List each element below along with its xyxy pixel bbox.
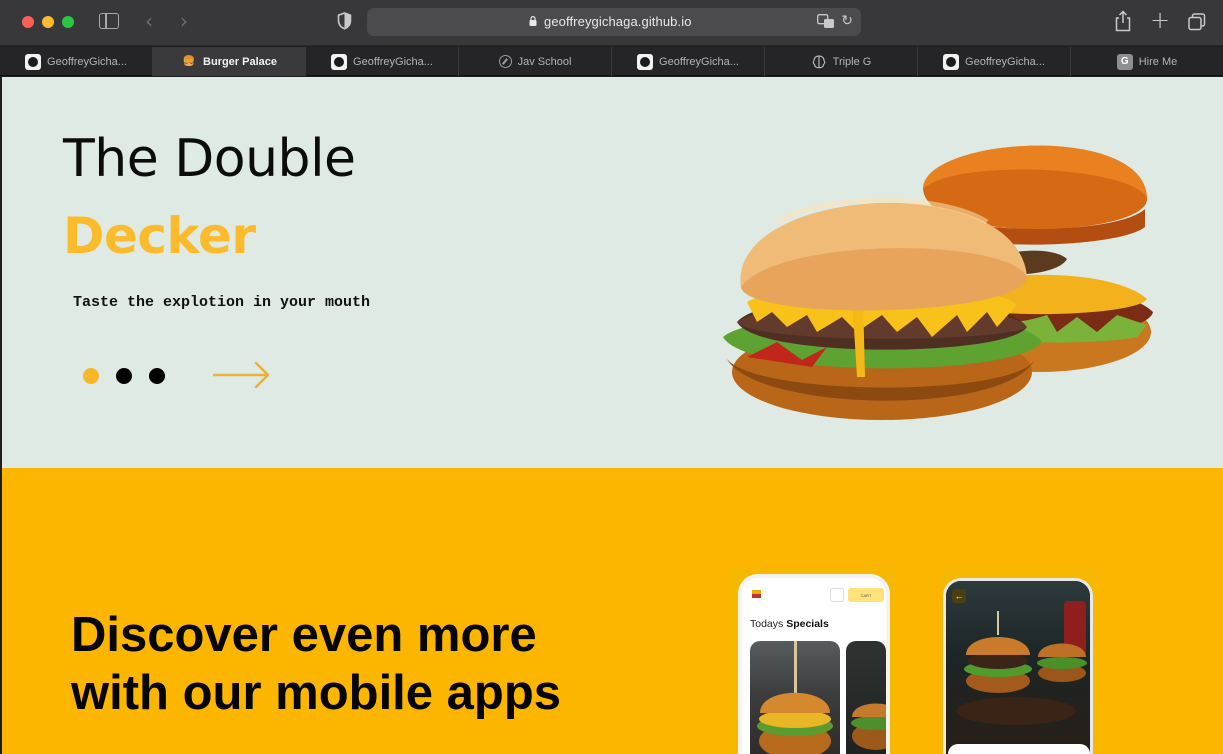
- special-burger-card: [846, 641, 886, 754]
- tab-label: GeoffreyGicha...: [353, 55, 433, 68]
- mobile-apps-title: Discover even more with our mobile apps: [71, 608, 562, 720]
- tab-burger-palace[interactable]: 🍔 Burger Palace: [153, 47, 306, 76]
- compass-icon: [498, 55, 512, 68]
- tab-github-1[interactable]: GeoffreyGicha...: [0, 47, 153, 76]
- brain-icon: [812, 54, 825, 68]
- search-icon: [830, 588, 844, 602]
- tab-github-2[interactable]: GeoffreyGicha...: [306, 47, 459, 76]
- tab-label: Triple G: [832, 55, 872, 68]
- github-icon: [637, 53, 654, 70]
- tab-github-4[interactable]: GeoffreyGicha...: [918, 47, 1071, 76]
- zoom-window-button[interactable]: [62, 16, 74, 28]
- tab-label: GeoffreyGicha...: [47, 55, 127, 68]
- burger-detail-image: [946, 581, 1090, 754]
- hero-section: The Double Decker Taste the explotion in…: [2, 77, 1223, 468]
- github-icon: [943, 53, 960, 70]
- specials-heading-prefix: Todays: [750, 618, 784, 630]
- cart-button: CART: [848, 588, 884, 602]
- app-logo-icon: [752, 590, 761, 598]
- tab-hire-me[interactable]: G Hire Me: [1071, 47, 1223, 76]
- hero-accent-title: Decker: [63, 207, 256, 265]
- forward-icon[interactable]: ›: [180, 9, 188, 33]
- privacy-shield-icon[interactable]: [337, 12, 352, 30]
- new-tab-icon[interactable]: +: [1150, 6, 1170, 34]
- burger-photo-icon: [956, 601, 1087, 725]
- phone-mockup-detail: ←: [943, 578, 1093, 754]
- page-viewport: The Double Decker Taste the explotion in…: [2, 77, 1223, 754]
- address-bar[interactable]: geoffreygichaga.github.io ↻: [367, 8, 861, 36]
- translate-icon[interactable]: [817, 14, 835, 29]
- close-window-button[interactable]: [22, 16, 34, 28]
- sidebar-toggle-icon[interactable]: [99, 13, 119, 29]
- tab-label: Hire Me: [1138, 55, 1178, 68]
- slide-dot-1[interactable]: [83, 368, 99, 384]
- burger-icon: 🍔: [182, 55, 196, 67]
- minimize-window-button[interactable]: [42, 16, 54, 28]
- hero-tagline: Taste the explotion in your mouth: [73, 294, 371, 311]
- special-burger-card: [750, 641, 840, 754]
- slide-indicators: [83, 368, 165, 384]
- tab-label: GeoffreyGicha...: [659, 55, 739, 68]
- tab-overview-icon[interactable]: [1188, 13, 1206, 31]
- double-burger-image: [723, 145, 1153, 420]
- detail-sheet: [948, 744, 1090, 754]
- tab-label: Jav School: [517, 55, 572, 68]
- specials-heading-bold: Specials: [786, 618, 829, 630]
- tab-label: Burger Palace: [203, 55, 277, 68]
- slide-dot-2[interactable]: [116, 368, 132, 384]
- phone-app-header: CART: [752, 588, 884, 602]
- mobile-apps-section: Discover even more with our mobile apps …: [2, 468, 1223, 754]
- tab-jav-school[interactable]: Jav School: [459, 47, 612, 76]
- back-icon[interactable]: ‹: [145, 9, 153, 33]
- tab-bar: GeoffreyGicha... 🍔 Burger Palace Geoffre…: [0, 47, 1223, 76]
- share-icon[interactable]: [1114, 10, 1132, 32]
- back-arrow-button: ←: [952, 589, 966, 603]
- burger-photo-icon: [851, 703, 886, 750]
- specials-heading: Todays Specials: [750, 618, 829, 630]
- github-icon: [25, 53, 42, 70]
- tab-label: GeoffreyGicha...: [965, 55, 1045, 68]
- letter-g-icon: G: [1116, 53, 1133, 70]
- burger-photo-icon: [757, 641, 833, 754]
- tab-triple-g[interactable]: Triple G: [765, 47, 918, 76]
- url-text[interactable]: geoffreygichaga.github.io: [544, 14, 692, 29]
- github-icon: [331, 53, 348, 70]
- lock-icon: [529, 16, 537, 26]
- browser-toolbar: ‹ › geoffreygichaga.github.io ↻ +: [0, 0, 1223, 46]
- reload-icon[interactable]: ↻: [841, 12, 853, 29]
- phone-mockup-specials: CART Todays Specials: [738, 574, 890, 754]
- slide-dot-3[interactable]: [149, 368, 165, 384]
- next-slide-arrow-icon[interactable]: [213, 360, 271, 390]
- tab-github-3[interactable]: GeoffreyGicha...: [612, 47, 765, 76]
- hero-title: The Double: [63, 129, 356, 189]
